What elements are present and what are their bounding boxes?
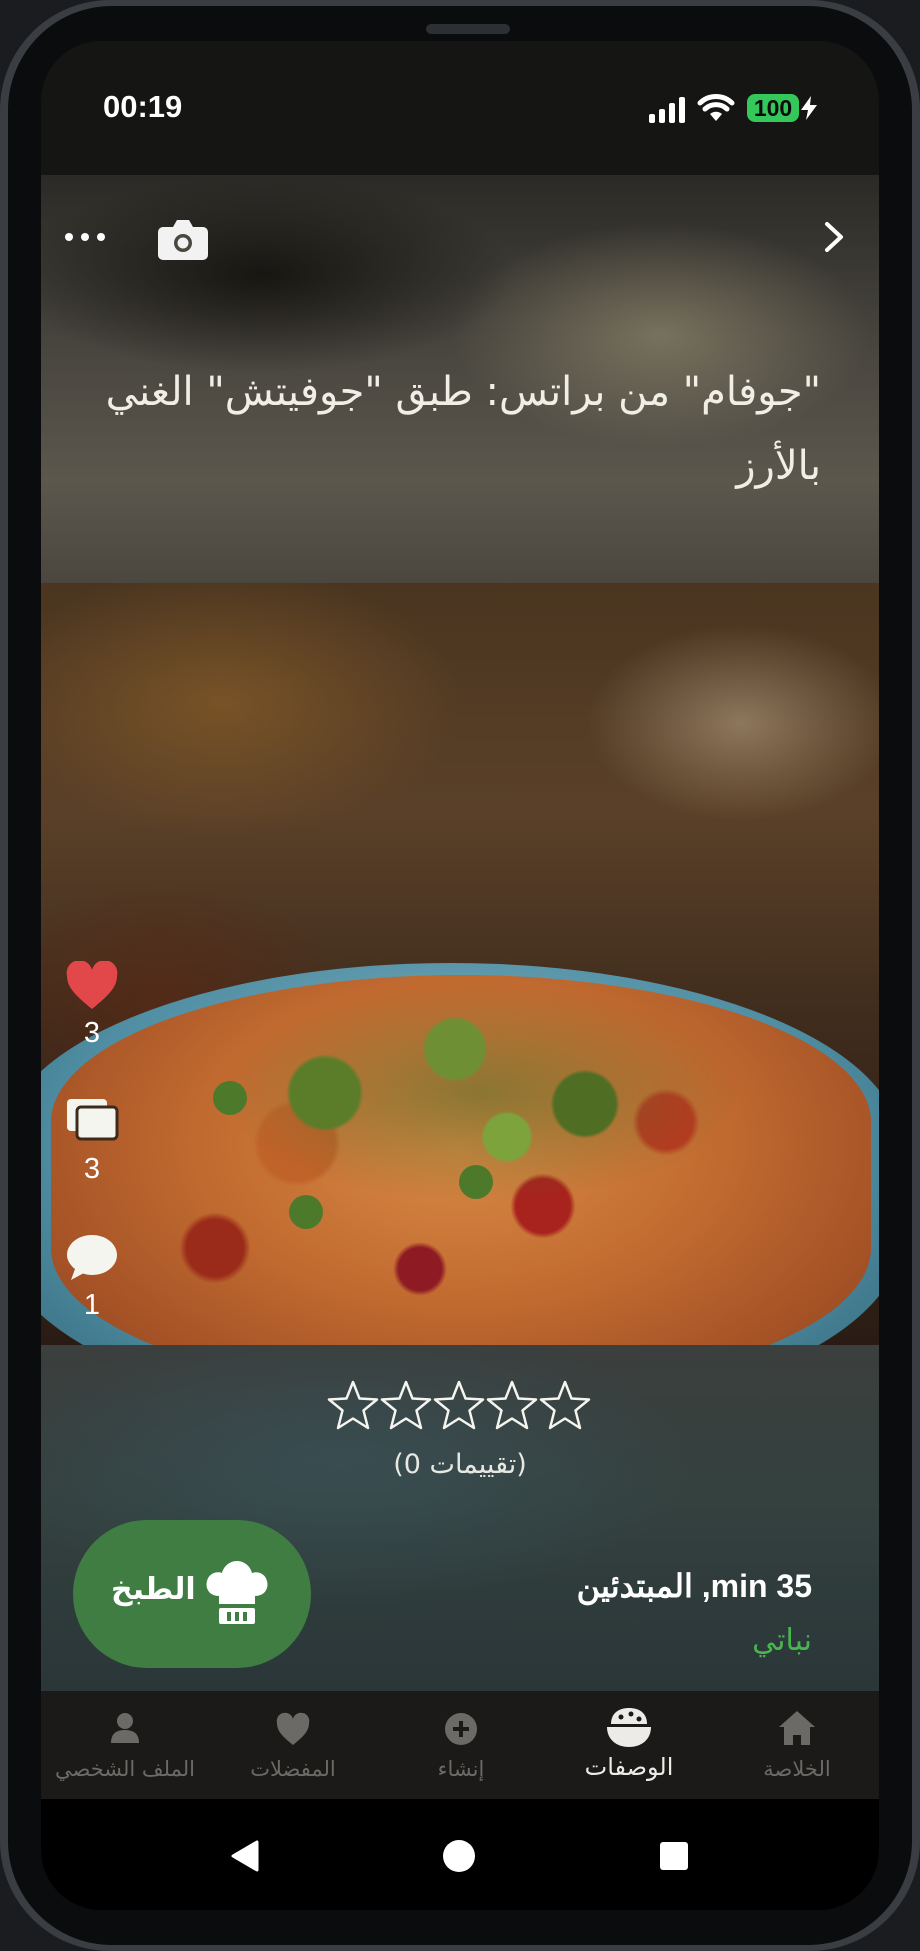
nav-profile[interactable]: الملف الشخصي — [41, 1691, 209, 1799]
cook-button[interactable]: الطبخ — [73, 1520, 311, 1668]
chef-hat-icon — [206, 1561, 268, 1624]
bottom-navigation: الملف الشخصي المفضلات إنشاء الوصفات الخل… — [41, 1691, 879, 1799]
comment-bubble-icon[interactable] — [65, 1233, 119, 1283]
nav-recipes[interactable]: الوصفات — [545, 1691, 713, 1799]
battery-indicator: 100 — [747, 94, 799, 122]
diet-tag: نباتي — [752, 1623, 812, 1658]
nav-profile-label: الملف الشخصي — [55, 1757, 195, 1781]
recipe-title: "جوفام" من براتس: طبق "جوفيتش" الغني بال… — [105, 369, 821, 489]
more-icon[interactable] — [61, 225, 109, 249]
recipe-photo[interactable] — [41, 583, 879, 1345]
ratings-count: (تقييمات 0) — [393, 1449, 527, 1480]
status-time: 00:19 — [103, 89, 183, 124]
nav-feed[interactable]: الخلاصة — [713, 1691, 879, 1799]
pea-shape — [213, 1081, 247, 1115]
recipes-icon — [607, 1708, 651, 1747]
recipe-info-panel: (تقييمات 0) الطبخ 35 min, المبتدئين نبات… — [41, 1345, 879, 1691]
charging-bolt-icon — [801, 96, 817, 120]
home-button-icon[interactable] — [442, 1839, 476, 1873]
profile-icon — [111, 1713, 139, 1743]
star-icon — [539, 1380, 591, 1430]
system-navigation-bar — [41, 1799, 879, 1910]
recents-icon[interactable] — [659, 1841, 689, 1871]
status-bar: 00:19 100 — [41, 41, 879, 175]
collections-count: 3 — [83, 1153, 101, 1185]
plus-circle-icon — [445, 1713, 477, 1745]
heart-icon — [276, 1712, 310, 1745]
cellular-signal-icon — [649, 97, 685, 123]
speaker-grille — [426, 24, 510, 34]
home-icon — [779, 1711, 815, 1745]
back-icon[interactable] — [229, 1839, 261, 1873]
comments-count: 1 — [83, 1289, 101, 1321]
like-heart-icon[interactable] — [65, 961, 119, 1011]
cook-button-label: الطبخ — [111, 1572, 196, 1607]
collections-icon[interactable] — [65, 1097, 119, 1141]
star-icon — [433, 1380, 485, 1430]
wifi-icon — [697, 94, 735, 121]
star-icon — [380, 1380, 432, 1430]
time-level-text: 35 min, المبتدئين — [576, 1568, 812, 1604]
recipe-header: "جوفام" من براتس: طبق "جوفيتش" الغني بال… — [41, 175, 879, 583]
app-screen: 00:19 100 "جوفام" من براتس: طبق "جوفيتش"… — [41, 41, 879, 1910]
star-icon — [327, 1380, 379, 1430]
nav-create[interactable]: إنشاء — [377, 1691, 545, 1799]
nav-recipes-label: الوصفات — [584, 1753, 674, 1781]
likes-count: 3 — [83, 1017, 101, 1049]
nav-create-label: إنشاء — [437, 1757, 485, 1781]
chevron-right-icon[interactable] — [823, 221, 845, 253]
pea-shape — [289, 1195, 323, 1229]
nav-feed-label: الخلاصة — [763, 1757, 831, 1781]
camera-icon[interactable] — [157, 217, 209, 261]
pea-shape — [459, 1165, 493, 1199]
nav-favorites[interactable]: المفضلات — [209, 1691, 377, 1799]
time-and-level: 35 min, المبتدئين — [577, 1567, 812, 1605]
rating-stars[interactable] — [327, 1379, 591, 1435]
star-icon — [486, 1380, 538, 1430]
nav-favorites-label: المفضلات — [250, 1757, 336, 1781]
